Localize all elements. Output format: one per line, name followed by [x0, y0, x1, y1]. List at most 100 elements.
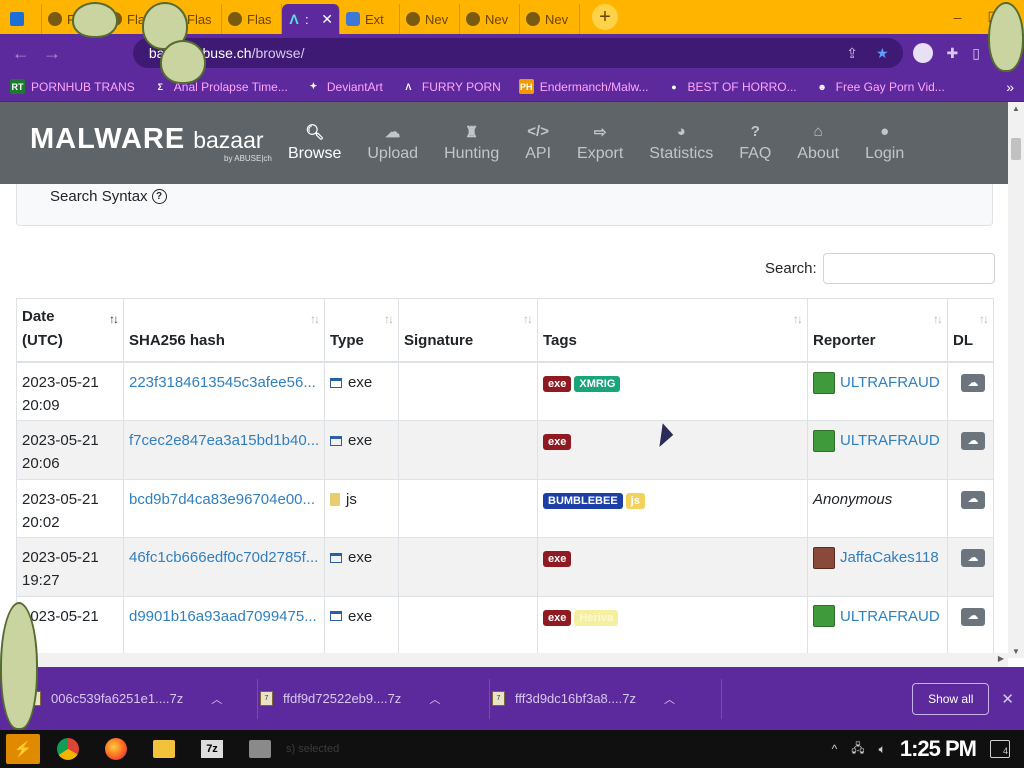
show-all-downloads-button[interactable]: Show all — [912, 682, 990, 715]
close-icon[interactable]: ✕ — [1001, 690, 1014, 708]
browser-tab[interactable]: Nev — [400, 4, 460, 34]
tag-badge[interactable]: exe — [543, 609, 572, 626]
window-taskbar-icon[interactable] — [240, 732, 280, 766]
type-cell: exe — [324, 361, 399, 421]
bookmark-item[interactable]: RT PORNHUB TRANS — [10, 79, 135, 94]
download-cloud-icon[interactable]: ☁ — [961, 549, 985, 567]
download-cloud-icon[interactable]: ☁ — [961, 374, 985, 392]
nav-hunting[interactable]: ♜ Hunting — [431, 123, 512, 163]
brand-logo[interactable]: MALWARE bazaar by ABUSE|ch — [30, 123, 275, 163]
sha256-link[interactable]: 223f3184613545c3afee56... — [129, 374, 316, 391]
tag-badge[interactable]: BUMBLEBEE — [543, 492, 623, 509]
browser-tab[interactable]: Flas — [222, 4, 282, 34]
back-arrow-icon[interactable]: ← — [10, 43, 31, 64]
nav-upload[interactable]: ☁ Upload — [354, 123, 431, 163]
tag-badge[interactable]: Heriva — [574, 609, 618, 626]
download-item[interactable]: 7 fff3d9dc16bf3a8....7z ︿ — [490, 678, 722, 719]
start-menu-icon[interactable]: ⚡ — [6, 734, 40, 764]
tag-badge[interactable]: XMRIG — [574, 376, 621, 392]
chrome-taskbar-icon[interactable] — [48, 732, 88, 766]
table-row[interactable]: 2023-05-21 20:09 223f3184613545c3afee56...… — [16, 361, 994, 421]
column-header-tags[interactable]: Tags ↑↓ — [537, 298, 808, 363]
sha256-link[interactable]: 46fc1cb666edf0c70d2785f... — [129, 549, 318, 566]
sha256-link[interactable]: f7cec2e847ea3a15bd1b40... — [129, 432, 319, 449]
reporter-link[interactable]: ULTRAFRAUD — [840, 605, 940, 628]
bookmarks-overflow-icon[interactable]: » — [1006, 79, 1014, 95]
chevron-up-icon[interactable]: ^ — [832, 742, 838, 756]
file-explorer-taskbar-icon[interactable] — [144, 732, 184, 766]
date-cell: 2023-05-21 20:02 — [16, 478, 124, 538]
column-header-reporter[interactable]: Reporter ↑↓ — [807, 298, 948, 363]
chevron-up-icon[interactable]: ︿ — [429, 691, 440, 707]
type-wrapper: exe — [330, 371, 393, 394]
column-header-dl[interactable]: DL ↑↓ — [947, 298, 994, 363]
download-cloud-icon[interactable]: ☁ — [961, 607, 985, 626]
firefox-taskbar-icon[interactable] — [96, 732, 136, 766]
side-panel-icon[interactable]: ▯ — [972, 45, 980, 62]
tag-badge[interactable]: exe — [543, 376, 572, 392]
table-row[interactable]: 2023-05-21 19:27 46fc1cb666edf0c70d2785f..… — [16, 537, 994, 597]
extension-avatar-icon[interactable] — [912, 43, 933, 63]
page-scrollbar-horizontal[interactable]: ▶ — [0, 653, 1008, 667]
7zip-taskbar-icon[interactable]: 7z — [192, 732, 232, 766]
column-header-signature[interactable]: Signature ↑↓ — [398, 298, 538, 363]
nav-faq[interactable]: ? FAQ — [726, 123, 784, 163]
page-scrollbar-vertical[interactable]: ▲ ▼ — [1008, 102, 1024, 658]
table-row[interactable]: 2023-05-21 20:02 bcd9b7d4ca83e96704e00... j… — [16, 478, 994, 538]
notification-center-icon[interactable]: 4 — [990, 740, 1010, 758]
nav-api[interactable]: </> API — [512, 123, 564, 163]
column-header-date[interactable]: Date (UTC) ↑↓ — [16, 298, 124, 363]
nav-login[interactable]: ● Login — [852, 123, 917, 163]
nav-browse[interactable]: 🔍︎ Browse — [275, 123, 354, 163]
sha256-link[interactable]: bcd9b7d4ca83e96704e00... — [129, 491, 315, 508]
tag-badge[interactable]: exe — [543, 551, 572, 567]
browser-tab[interactable]: Nev — [520, 4, 580, 34]
bookmark-item[interactable]: ● BEST OF HORRO... — [666, 79, 797, 94]
volume-icon[interactable]: 🔈︎ — [879, 742, 886, 757]
sha256-link[interactable]: d9901b16a93aad7099475... — [129, 608, 317, 625]
table-row[interactable]: 2023-05-21 20:06 f7cec2e847ea3a15bd1b40...… — [16, 420, 994, 480]
download-item[interactable]: 7006c539fa6251e1....7z︿ — [26, 678, 258, 719]
browser-tab[interactable] — [4, 4, 42, 34]
tab-close-icon[interactable]: ✕ — [321, 11, 333, 28]
search-syntax-link[interactable]: Search Syntax ? — [50, 188, 167, 205]
new-tab-button[interactable]: + — [592, 4, 618, 30]
reporter-link[interactable]: ULTRAFRAUD — [840, 371, 940, 394]
download-cloud-icon[interactable]: ☁ — [961, 490, 985, 509]
clock[interactable]: 1:25 PM — [900, 736, 977, 762]
nav-export[interactable]: ⇨ Export — [564, 123, 636, 163]
bookmark-item[interactable]: Λ FURRY PORN — [400, 79, 501, 94]
nav-statistics[interactable]: ◕ Statistics — [636, 123, 726, 163]
download-cloud-icon[interactable]: ☁ — [961, 432, 985, 450]
tag-badge[interactable]: exe — [543, 434, 572, 450]
table-search-input[interactable] — [822, 253, 995, 284]
bookmark-star-icon[interactable]: ★ — [876, 45, 889, 62]
tag-badge[interactable]: js — [625, 492, 645, 509]
bookmark-item[interactable]: ☻ Free Gay Porn Vid... — [814, 79, 945, 94]
download-item[interactable]: 7 ffdf9d72522eb9....7z ︿ — [258, 678, 490, 719]
chevron-up-icon[interactable]: ︿ — [211, 691, 222, 707]
scroll-thumb[interactable] — [1011, 138, 1021, 160]
forward-arrow-icon[interactable]: → — [41, 43, 62, 64]
extensions-puzzle-icon[interactable]: ✚ — [947, 45, 959, 62]
nav-about[interactable]: ⌂ About — [784, 123, 852, 163]
share-icon[interactable]: ⇪ — [846, 45, 858, 62]
browser-tab[interactable]: Ext — [340, 4, 400, 34]
scroll-right-arrow-icon[interactable]: ▶ — [998, 654, 1004, 663]
network-icon[interactable]: 🖧︎ — [851, 739, 864, 760]
reporter-link[interactable]: ULTRAFRAUD — [840, 429, 940, 452]
column-header-sha256[interactable]: SHA256 hash ↑↓ — [123, 298, 325, 363]
bookmark-item[interactable]: ✦ DeviantArt — [305, 79, 383, 94]
column-header-type[interactable]: Type ↑↓ — [324, 298, 399, 363]
user-icon: ● — [880, 123, 890, 140]
table-row[interactable]: 2023-05-214d9901b16a93aad7099475...exeex… — [16, 595, 994, 655]
address-bar[interactable]: bazaar.abuse.ch/browse/ ⇪ ★ — [132, 38, 903, 68]
browser-tab-active[interactable]: Λ: ✕ — [282, 4, 340, 34]
reporter-link[interactable]: JaffaCakes118 — [840, 546, 939, 569]
chevron-up-icon[interactable]: ︿ — [664, 691, 675, 707]
browser-tab[interactable]: Nev — [460, 4, 520, 34]
bookmark-item[interactable]: PH Endermanch/Malw... — [518, 79, 649, 94]
minimize-icon[interactable]: – — [954, 9, 962, 26]
scroll-down-arrow-icon[interactable]: ▼ — [1012, 647, 1020, 656]
scroll-up-arrow-icon[interactable]: ▲ — [1012, 104, 1020, 113]
